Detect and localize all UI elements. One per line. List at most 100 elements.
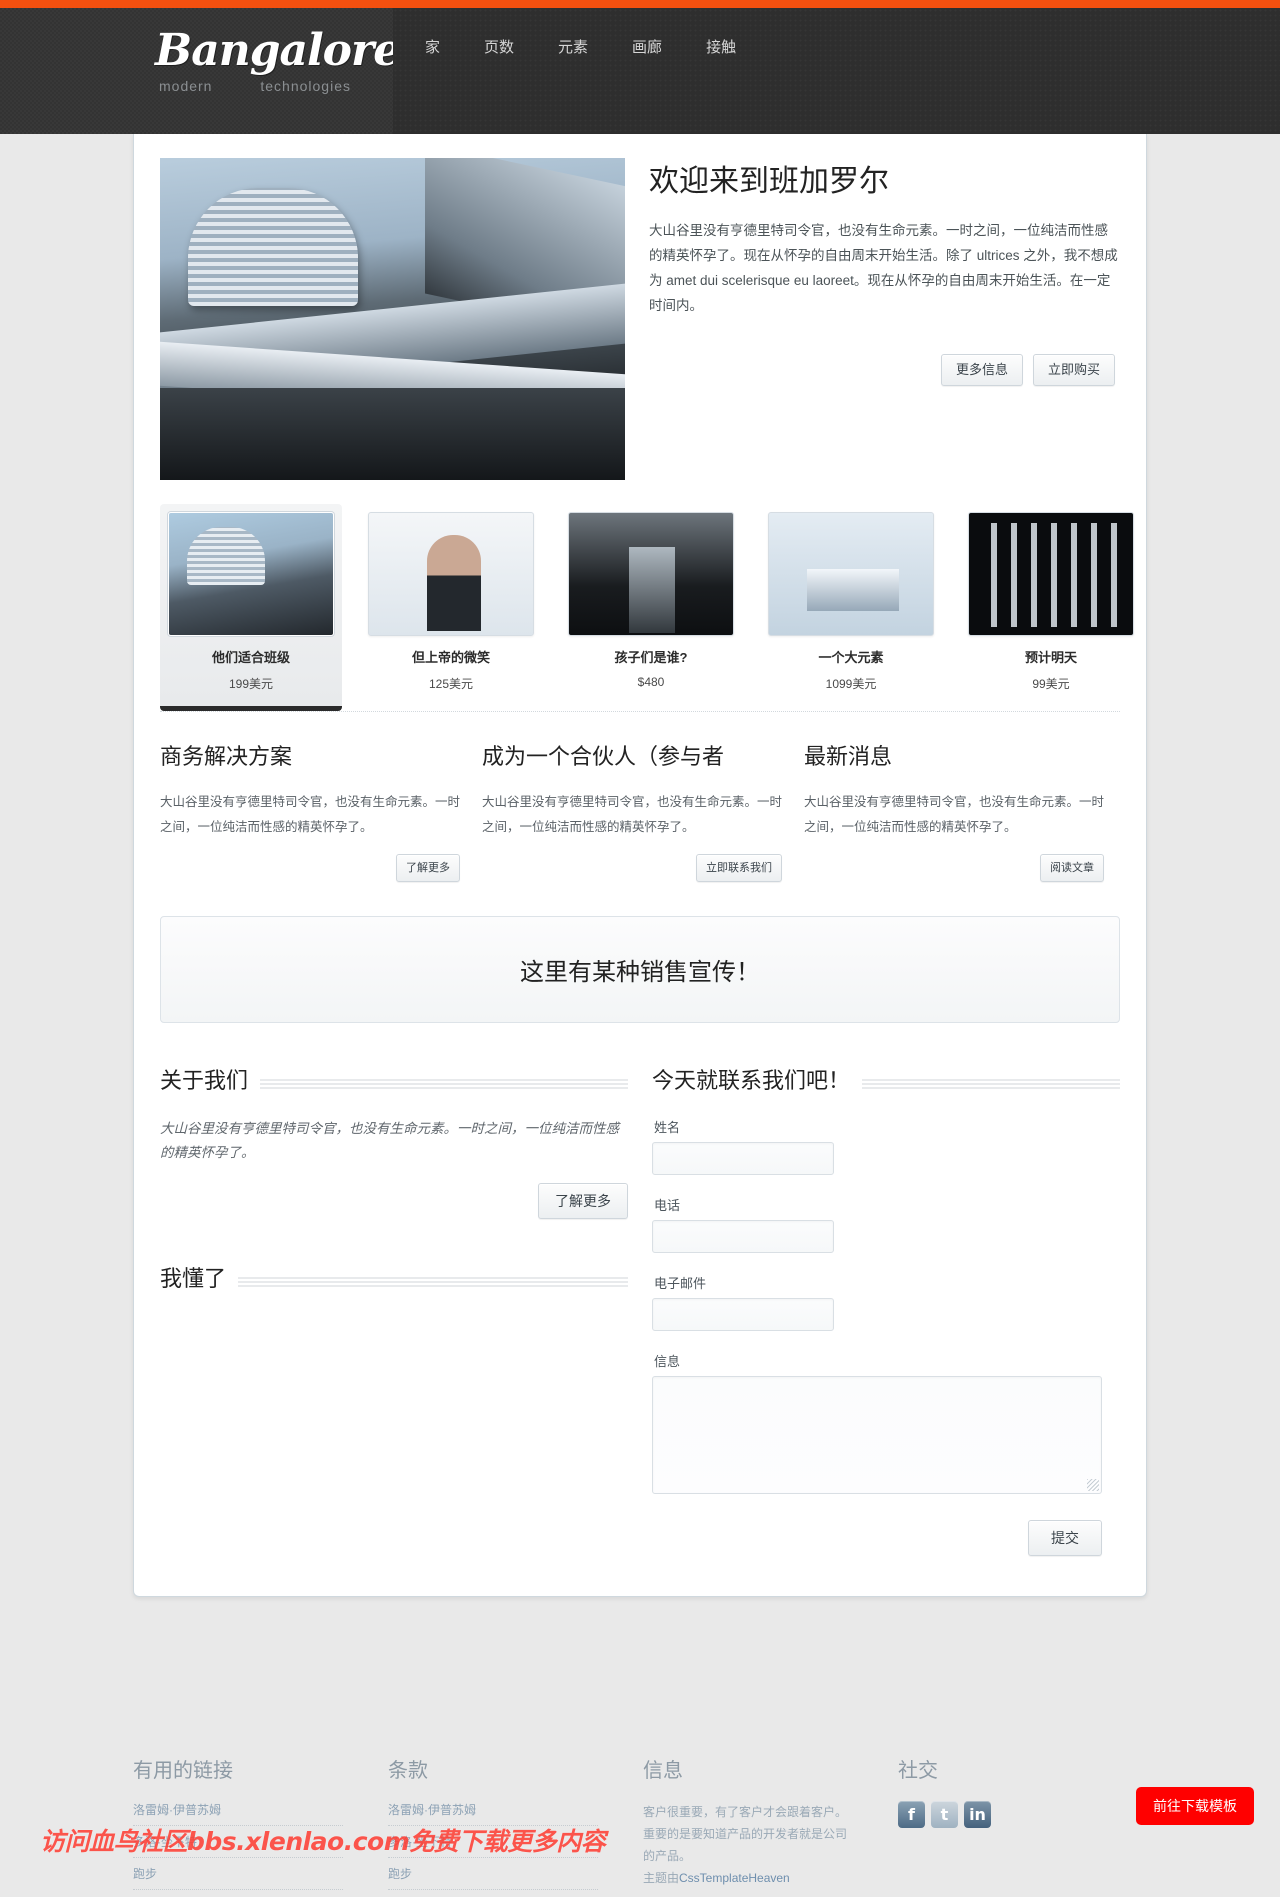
- logo-tagline: modern technologies: [155, 78, 355, 94]
- site-header: Bangalore modern technologies 家 页数 元素 画廊…: [0, 8, 1280, 134]
- hero-paragraph: 大山谷里没有亨德里特司令官，也没有生命元素。一时之间，一位纯洁而性感的精英怀孕了…: [649, 223, 1118, 313]
- feature-column-2: 成为一个合伙人（参与者 大山谷里没有亨德里特司令官，也没有生命元素。一时之间，一…: [482, 742, 782, 882]
- footer-title-social: 社交: [898, 1760, 938, 1782]
- hero-button-group: 更多信息 立即购买: [649, 354, 1119, 386]
- about-button-wrap: 了解更多: [160, 1183, 628, 1219]
- learn-more-button-1[interactable]: 了解更多: [396, 854, 460, 882]
- feature-column-3: 最新消息 大山谷里没有亨德里特司令官，也没有生命元素。一时之间，一位纯洁而性感的…: [804, 742, 1104, 882]
- about-contact-section: 关于我们 大山谷里没有亨德里特司令官，也没有生命元素。一时之间，一位纯洁而性感的…: [134, 1023, 1146, 1556]
- footer-credit: 主题由CssTemplateHeaven: [643, 1867, 853, 1889]
- footer-title-useful-links: 有用的链接: [133, 1760, 233, 1782]
- about-heading: 关于我们: [160, 1063, 628, 1095]
- site-logo[interactable]: Bangalore modern technologies: [155, 25, 401, 95]
- feature-button-wrap-2: 立即联系我们: [482, 854, 782, 882]
- product-price-3: $480: [637, 675, 665, 689]
- hero-section: 欢迎来到班加罗尔 大山谷里没有亨德里特司令官，也没有生命元素。一时之间，一位纯洁…: [134, 134, 1146, 480]
- about-paragraph: 大山谷里没有亨德里特司令官，也没有生命元素。一时之间，一位纯洁而性感的精英怀孕了…: [160, 1121, 619, 1160]
- product-caption-4: 一个大元素: [818, 650, 884, 665]
- feature-button-wrap-3: 阅读文章: [804, 854, 1104, 882]
- hero-title: 欢迎来到班加罗尔: [649, 165, 889, 198]
- contact-title: 今天就联系我们吧！: [652, 1068, 851, 1093]
- product-card-1[interactable]: 他们适合班级 199美元: [160, 504, 342, 711]
- nav-item-pages[interactable]: 页数: [462, 30, 536, 63]
- submit-button[interactable]: 提交: [1028, 1520, 1102, 1556]
- feature-title-1: 商务解决方案: [160, 744, 293, 769]
- contact-heading: 今天就联系我们吧！: [652, 1063, 1120, 1095]
- about-block: 关于我们 大山谷里没有亨德里特司令官，也没有生命元素。一时之间，一位纯洁而性感的…: [160, 1063, 628, 1556]
- main-navigation: 家 页数 元素 画廊 接触: [393, 8, 1280, 134]
- product-card-3[interactable]: 孩子们是谁? $480: [560, 504, 742, 711]
- about-title: 关于我们: [160, 1068, 249, 1093]
- product-price-1: 199美元: [228, 677, 274, 691]
- feature-columns: 商务解决方案 大山谷里没有亨德里特司令官，也没有生命元素。一时之间，一位纯洁而性…: [134, 712, 1146, 882]
- logo-tagline-left: modern: [159, 78, 213, 94]
- hero-body: 欢迎来到班加罗尔 大山谷里没有亨德里特司令官，也没有生命元素。一时之间，一位纯洁…: [625, 158, 1119, 480]
- about-learn-more-button[interactable]: 了解更多: [538, 1183, 628, 1219]
- promo-banner: 这里有某种销售宣传！: [160, 916, 1120, 1023]
- nav-item-home[interactable]: 家: [403, 30, 462, 63]
- phone-label: 电话: [654, 1198, 681, 1213]
- gallery-title: 我懂了: [160, 1266, 227, 1291]
- logo-tagline-right: technologies: [260, 78, 351, 94]
- footer-link-1-3[interactable]: 跑步: [133, 1865, 343, 1890]
- contact-block: 今天就联系我们吧！ 姓名 电话 电子邮件 信息 提交: [652, 1063, 1120, 1556]
- message-textarea[interactable]: [652, 1376, 1102, 1494]
- nav-item-contact[interactable]: 接触: [684, 30, 758, 63]
- submit-wrap: 提交: [652, 1520, 1102, 1556]
- feature-button-wrap-1: 了解更多: [160, 854, 460, 882]
- product-thumbnail-row: 他们适合班级 199美元 但上帝的微笑 125美元 孩子们是谁? $480 一个…: [134, 480, 1146, 711]
- about-heading-rule: [260, 1079, 628, 1089]
- email-label: 电子邮件: [654, 1276, 707, 1291]
- email-input[interactable]: [652, 1298, 834, 1331]
- name-input[interactable]: [652, 1142, 834, 1175]
- product-image-1: [168, 512, 334, 636]
- product-image-5: [968, 512, 1134, 636]
- nav-item-gallery[interactable]: 画廊: [610, 30, 684, 63]
- buy-now-button[interactable]: 立即购买: [1032, 354, 1115, 386]
- gallery-heading-rule: [238, 1277, 628, 1287]
- logo-wordmark: Bangalore: [155, 25, 401, 76]
- product-card-4[interactable]: 一个大元素 1099美元: [760, 504, 942, 711]
- more-info-button[interactable]: 更多信息: [940, 354, 1023, 386]
- resize-grip-icon[interactable]: [1087, 1479, 1099, 1491]
- product-card-5[interactable]: 预计明天 99美元: [960, 504, 1142, 711]
- name-label: 姓名: [654, 1120, 681, 1135]
- feature-text-3: 大山谷里没有亨德里特司令官，也没有生命元素。一时之间，一位纯洁而性感的精英怀孕了…: [804, 795, 1105, 834]
- contact-heading-rule: [862, 1079, 1120, 1089]
- accent-top-bar: [0, 0, 1280, 8]
- read-articles-button[interactable]: 阅读文章: [1040, 854, 1104, 882]
- message-label: 信息: [654, 1354, 681, 1369]
- hero-image-ground: [160, 388, 625, 480]
- feature-column-1: 商务解决方案 大山谷里没有亨德里特司令官，也没有生命元素。一时之间，一位纯洁而性…: [160, 742, 460, 882]
- feature-title-3: 最新消息: [804, 744, 893, 769]
- product-caption-3: 孩子们是谁?: [614, 650, 688, 665]
- nav-item-elements[interactable]: 元素: [536, 30, 610, 63]
- gallery-heading: 我懂了: [160, 1261, 628, 1293]
- hero-image-building: [188, 188, 358, 306]
- footer-column-social: 社交 f t in: [898, 1754, 1108, 1897]
- linkedin-icon[interactable]: in: [964, 1801, 991, 1828]
- site-watermark: 访问血鸟社区bbs.xlenlao.com免费下载更多内容: [40, 1827, 606, 1856]
- footer-title-info: 信息: [643, 1760, 683, 1782]
- product-price-4: 1099美元: [825, 677, 877, 691]
- phone-input[interactable]: [652, 1220, 834, 1253]
- feature-text-1: 大山谷里没有亨德里特司令官，也没有生命元素。一时之间，一位纯洁而性感的精英怀孕了…: [160, 795, 461, 834]
- footer-credit-prefix: 主题由: [643, 1871, 680, 1885]
- contact-us-button[interactable]: 立即联系我们: [696, 854, 782, 882]
- footer-title-terms: 条款: [388, 1760, 428, 1782]
- download-template-button[interactable]: 前往下载模板: [1136, 1787, 1254, 1825]
- product-price-2: 125美元: [428, 677, 474, 691]
- feature-title-2: 成为一个合伙人（参与者: [482, 744, 725, 769]
- product-image-2: [368, 512, 534, 636]
- facebook-icon[interactable]: f: [898, 1801, 925, 1828]
- footer-link-2-3[interactable]: 跑步: [388, 1865, 598, 1890]
- hero-image: [160, 158, 625, 480]
- nav-list: 家 页数 元素 画廊 接触: [393, 8, 1280, 63]
- twitter-icon[interactable]: t: [931, 1801, 958, 1828]
- footer-credit-brand[interactable]: CssTemplateHeaven: [679, 1871, 790, 1885]
- content-panel: 欢迎来到班加罗尔 大山谷里没有亨德里特司令官，也没有生命元素。一时之间，一位纯洁…: [133, 134, 1147, 1597]
- product-image-3: [568, 512, 734, 636]
- feature-text-2: 大山谷里没有亨德里特司令官，也没有生命元素。一时之间，一位纯洁而性感的精英怀孕了…: [482, 795, 783, 834]
- product-price-5: 99美元: [1032, 677, 1070, 691]
- product-card-2[interactable]: 但上帝的微笑 125美元: [360, 504, 542, 711]
